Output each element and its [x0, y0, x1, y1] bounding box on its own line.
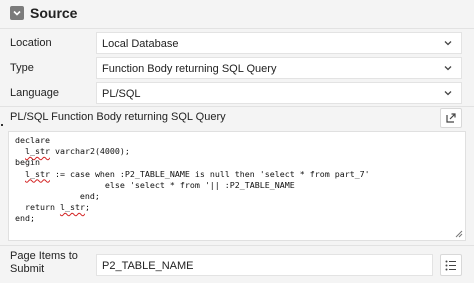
required-marker — [1, 124, 3, 126]
lint-warning: l_str — [25, 168, 50, 179]
divider — [0, 106, 474, 107]
resize-handle-icon[interactable] — [455, 230, 463, 238]
page-items-input[interactable]: P2_TABLE_NAME — [96, 254, 433, 276]
section-title: Source — [30, 5, 78, 21]
type-value: Function Body returning SQL Query — [102, 63, 277, 75]
language-row: Language PL/SQL — [0, 82, 474, 106]
chevron-down-icon — [444, 66, 452, 71]
location-label: Location — [10, 37, 52, 49]
page-items-label: Page Items to Submit — [10, 250, 78, 275]
location-value: Local Database — [102, 38, 179, 50]
chevron-down-icon — [444, 41, 452, 46]
code-label: PL/SQL Function Body returning SQL Query — [10, 111, 226, 123]
code-editor[interactable]: declare l_str varchar2(4000); begin l_st… — [8, 131, 466, 241]
expand-icon — [446, 113, 456, 123]
location-select[interactable]: Local Database — [96, 32, 462, 54]
section-header[interactable]: Source — [10, 3, 77, 23]
list-picker-button[interactable] — [440, 254, 462, 276]
type-label: Type — [10, 62, 34, 74]
type-select[interactable]: Function Body returning SQL Query — [96, 57, 462, 79]
list-icon — [445, 260, 456, 270]
code-text: declare l_str varchar2(4000); begin l_st… — [15, 135, 370, 224]
divider — [0, 28, 474, 29]
language-value: PL/SQL — [102, 88, 141, 100]
language-select[interactable]: PL/SQL — [96, 82, 462, 104]
language-label: Language — [10, 87, 59, 99]
lint-warning: l_str — [59, 202, 85, 213]
page-items-value: P2_TABLE_NAME — [102, 260, 194, 272]
chevron-down-icon — [444, 91, 452, 96]
expand-editor-button[interactable] — [440, 108, 462, 128]
location-row: Location Local Database — [0, 32, 474, 56]
source-panel: Source Location Local Database Type Func… — [0, 0, 474, 283]
chevron-down-icon[interactable] — [10, 6, 24, 20]
divider — [0, 245, 474, 246]
lint-warning: l_str — [25, 146, 50, 157]
type-row: Type Function Body returning SQL Query — [0, 57, 474, 81]
